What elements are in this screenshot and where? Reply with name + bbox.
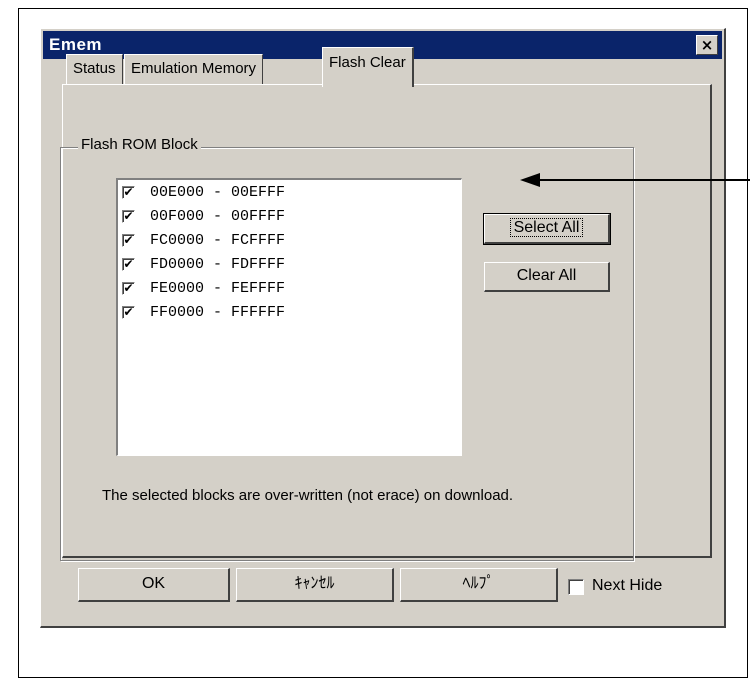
close-icon: ×	[700, 36, 714, 54]
tab-status-label: Status	[73, 60, 116, 77]
window-title: Emem	[49, 35, 103, 54]
help-button[interactable]: ﾍﾙﾌﾟ	[400, 568, 558, 602]
block-checkbox[interactable]: ✔	[122, 258, 135, 271]
block-checkbox[interactable]: ✔	[122, 234, 135, 247]
ok-button[interactable]: OK	[78, 568, 230, 602]
block-item[interactable]: ✔ FE0000 - FEFFFF	[118, 278, 461, 302]
tab-emulation-memory-label: Emulation Memory	[131, 60, 257, 77]
block-range: 00F000 - 00FFFF	[150, 208, 286, 225]
block-item[interactable]: ✔ FC0000 - FCFFFF	[118, 230, 461, 254]
block-item[interactable]: ✔ FD0000 - FDFFFF	[118, 254, 461, 278]
help-label: ﾍﾙﾌﾟ	[462, 575, 495, 592]
ok-label: OK	[141, 575, 166, 592]
clear-all-label: Clear All	[516, 267, 577, 284]
block-range: 00E000 - 00EFFF	[150, 184, 286, 201]
callout-arrow	[520, 173, 750, 187]
tab-status[interactable]: Status	[66, 54, 123, 84]
block-range: FD0000 - FDFFFF	[150, 256, 286, 273]
next-hide-label: Next Hide	[592, 577, 663, 594]
cancel-button[interactable]: ｷｬﾝｾﾙ	[236, 568, 394, 602]
download-note: The selected blocks are over-written (no…	[102, 487, 514, 504]
block-checkbox[interactable]: ✔	[122, 306, 135, 319]
tab-emulation-memory[interactable]: Emulation Memory	[124, 54, 264, 84]
block-range: FC0000 - FCFFFF	[150, 232, 286, 249]
block-checkbox[interactable]: ✔	[122, 210, 135, 223]
block-checkbox[interactable]: ✔	[122, 282, 135, 295]
block-range: FE0000 - FEFFFF	[150, 280, 286, 297]
block-item[interactable]: ✔ 00E000 - 00EFFF	[118, 182, 461, 206]
clear-all-button[interactable]: Clear All	[484, 262, 610, 292]
tab-flash-clear[interactable]: Flash Clear	[322, 47, 414, 87]
select-all-label: Select All	[509, 218, 584, 237]
next-hide-checkbox[interactable]	[568, 579, 584, 595]
select-all-button[interactable]: Select All	[483, 213, 611, 245]
block-range: FF0000 - FFFFFF	[150, 304, 286, 321]
block-item[interactable]: ✔ 00F000 - 00FFFF	[118, 206, 461, 230]
cancel-label: ｷｬﾝｾﾙ	[294, 575, 335, 592]
block-listbox[interactable]: ✔ 00E000 - 00EFFF ✔ 00F000 - 00FFFF ✔ FC…	[116, 178, 462, 456]
group-label: Flash ROM Block	[78, 136, 201, 153]
block-item[interactable]: ✔ FF0000 - FFFFFF	[118, 302, 461, 326]
arrow-head	[520, 173, 540, 187]
tab-flash-clear-label: Flash Clear	[329, 54, 406, 71]
close-button[interactable]: ×	[696, 35, 718, 55]
block-checkbox[interactable]: ✔	[122, 186, 135, 199]
